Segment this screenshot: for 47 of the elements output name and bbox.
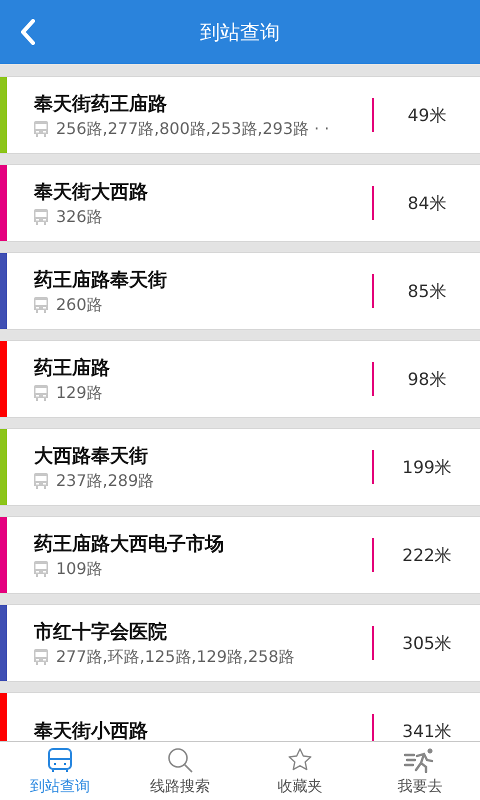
tab[interactable]: 我要去 [360, 742, 480, 800]
distance: 49米 [406, 104, 448, 126]
stop-card[interactable]: 奉天街大西路 326路 84米 [0, 164, 480, 242]
tab[interactable]: 线路搜索 [120, 742, 240, 800]
tab[interactable]: 到站查询 [0, 742, 120, 800]
page-title: 到站查询 [200, 18, 280, 46]
route-list: 326路 [56, 206, 103, 228]
stop-card[interactable]: 药王庙路 129路 98米 [0, 340, 480, 418]
stop-card[interactable]: 奉天街小西路 341米 [0, 692, 480, 741]
route-list: 237路,289路 [56, 470, 154, 492]
stop-name: 奉天街药王庙路 [34, 92, 168, 116]
stop-card[interactable]: 奉天街药王庙路 256路,277路,800路,253路,293路 · · 49米 [0, 76, 480, 154]
search-icon [167, 746, 193, 772]
bus-icon [34, 649, 48, 665]
stop-name: 市红十字会医院 [34, 620, 168, 644]
bus-icon [34, 561, 48, 577]
back-icon[interactable] [20, 19, 36, 45]
bus-icon [34, 473, 48, 489]
stop-card[interactable]: 市红十字会医院 277路,环路,125路,129路,258路 305米 [0, 604, 480, 682]
stop-card[interactable]: 大西路奉天街 237路,289路 199米 [0, 428, 480, 506]
star-icon [287, 746, 313, 772]
bus-icon [34, 209, 48, 225]
bus-icon [47, 746, 73, 772]
route-list: 129路 [56, 382, 103, 404]
distance: 98米 [406, 368, 448, 390]
bus-icon [34, 121, 48, 137]
route-list: 260路 [56, 294, 103, 316]
distance: 85米 [406, 280, 448, 302]
bus-icon [34, 297, 48, 313]
stop-card[interactable]: 药王庙路大西电子市场 109路 222米 [0, 516, 480, 594]
distance: 84米 [406, 192, 448, 214]
route-list: 256路,277路,800路,253路,293路 · · [56, 118, 330, 140]
bus-icon [34, 385, 48, 401]
stop-name: 大西路奉天街 [34, 444, 149, 468]
distance: 341米 [401, 720, 453, 741]
stop-name: 奉天街小西路 [34, 719, 149, 741]
stop-name: 奉天街大西路 [34, 180, 149, 204]
stop-name: 药王庙路奉天街 [34, 268, 168, 292]
distance: 199米 [401, 456, 453, 478]
stop-name: 药王庙路大西电子市场 [34, 532, 225, 556]
stop-name: 药王庙路 [34, 356, 111, 380]
distance: 305米 [401, 632, 453, 654]
distance: 222米 [401, 544, 453, 566]
tab[interactable]: 收藏夹 [240, 742, 360, 800]
route-list: 109路 [56, 558, 103, 580]
stop-card[interactable]: 药王庙路奉天街 260路 85米 [0, 252, 480, 330]
route-list: 277路,环路,125路,129路,258路 [56, 646, 294, 668]
